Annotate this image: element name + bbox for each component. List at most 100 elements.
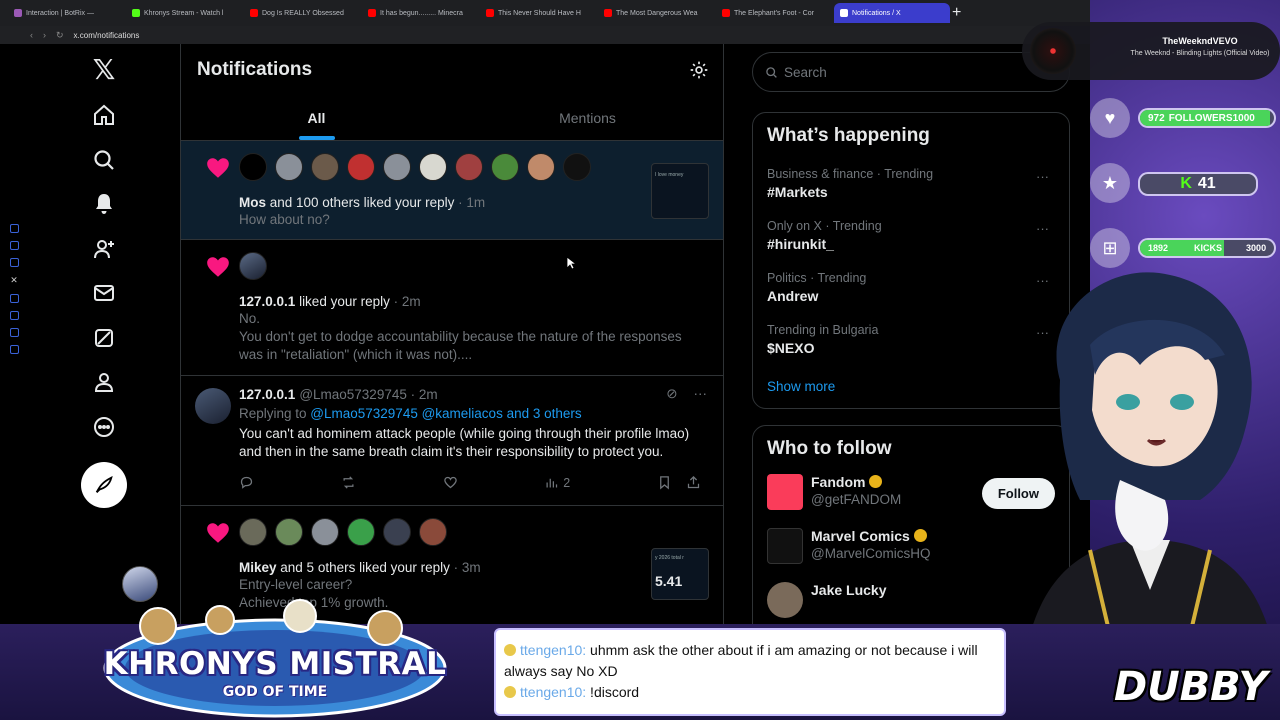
avatar[interactable] <box>347 153 375 181</box>
tab-favicon-icon <box>14 9 22 17</box>
grok-icon[interactable]: ⊘ <box>666 386 677 402</box>
avatar[interactable] <box>347 518 375 546</box>
heart-icon <box>207 158 229 178</box>
avatar[interactable] <box>419 518 447 546</box>
more-icon[interactable] <box>91 414 117 440</box>
account-avatar[interactable] <box>767 474 803 510</box>
extension-icon[interactable] <box>9 241 19 250</box>
home-icon[interactable] <box>91 102 117 128</box>
avatar[interactable] <box>491 153 519 181</box>
account-avatar[interactable] <box>767 528 803 564</box>
extension-icon[interactable] <box>9 345 19 354</box>
avatar[interactable] <box>275 153 303 181</box>
more-options-icon[interactable]: ··· <box>1036 221 1049 236</box>
avatar[interactable] <box>419 153 447 181</box>
tab-all[interactable]: All <box>181 96 452 140</box>
url-field[interactable]: x.com/notifications <box>74 31 140 40</box>
extension-icon[interactable] <box>9 224 19 233</box>
goal-target: 1000 <box>1232 112 1255 124</box>
bell-icon[interactable] <box>91 191 117 217</box>
chat-username: ttengen10: <box>520 684 587 700</box>
more-options-icon[interactable]: ··· <box>1036 169 1049 184</box>
trend-name: #Markets <box>767 184 828 200</box>
settings-gear-icon[interactable] <box>689 60 709 80</box>
forward-icon[interactable]: › <box>43 30 46 40</box>
browser-tab[interactable]: The Most Dangerous Wea <box>598 3 714 23</box>
person-add-icon[interactable] <box>91 236 117 262</box>
views-stat[interactable]: 2 <box>544 475 570 490</box>
avatar[interactable] <box>383 518 411 546</box>
views-icon <box>546 478 558 488</box>
browser-tab[interactable]: Khronys Stream - Watch l <box>126 3 242 23</box>
account-avatar[interactable] <box>767 582 803 618</box>
tab-label: Khronys Stream - Watch l <box>144 9 224 17</box>
thumbnail-value: 5.41 <box>655 573 683 589</box>
tab-mentions[interactable]: Mentions <box>452 96 723 140</box>
liker-name[interactable]: 127.0.0.1 <box>239 294 295 309</box>
followers-goal-bar: 972 FOLLOWERS 1000 <box>1138 108 1276 128</box>
reload-icon[interactable]: ↻ <box>56 30 64 41</box>
notification-action: liked your reply <box>295 294 390 309</box>
avatar[interactable] <box>527 153 555 181</box>
author-name[interactable]: 127.0.0.1 <box>239 387 295 402</box>
trend-item[interactable]: Only on X · Trending #hirunkit_ ··· <box>767 219 1055 252</box>
avatar[interactable] <box>455 153 483 181</box>
like-icon[interactable] <box>443 475 458 490</box>
grok-icon[interactable] <box>91 325 117 351</box>
extension-icon[interactable] <box>9 258 19 267</box>
bookmark-icon[interactable] <box>657 475 672 490</box>
tab-label: The Elephant's Foot - Cor <box>734 9 814 17</box>
post-thumbnail[interactable]: I love money <box>651 163 709 219</box>
browser-tab[interactable]: Dog Is REALLY Obsessed <box>244 3 360 23</box>
tab-label: Notifications / X <box>852 9 901 17</box>
chat-username: ttengen10: <box>520 642 587 658</box>
post-thumbnail[interactable]: y 2026 total r 5.41 <box>651 548 709 600</box>
avatar[interactable] <box>311 518 339 546</box>
avatar[interactable] <box>239 252 267 280</box>
avatar[interactable] <box>563 153 591 181</box>
avatar[interactable] <box>383 153 411 181</box>
post-text: and then in the same breath claim it's t… <box>239 444 664 459</box>
trend-item[interactable]: Business & finance · Trending #Markets ··· <box>767 167 1055 200</box>
browser-tab[interactable]: Interaction | BotRix — <box>8 3 124 23</box>
compose-post-button[interactable] <box>81 462 127 508</box>
extension-icon[interactable] <box>9 311 19 320</box>
new-tab-icon[interactable]: + <box>952 4 961 22</box>
tab-favicon-icon <box>604 9 612 17</box>
avatar[interactable] <box>239 153 267 181</box>
like-notification[interactable]: 127.0.0.1 liked your reply · 2m No. You … <box>181 240 723 376</box>
verified-badge-icon <box>913 529 927 542</box>
x-logo-icon[interactable]: 𝕏 <box>91 53 117 86</box>
profile-icon[interactable] <box>91 369 117 395</box>
author-avatar[interactable] <box>195 388 231 424</box>
browser-tab-active[interactable]: Notifications / X <box>834 3 950 23</box>
star-badge-icon: ★ <box>1090 163 1130 203</box>
browser-tab[interactable]: This Never Should Have H <box>480 3 596 23</box>
reply-icon[interactable] <box>239 475 254 490</box>
address-bar: ‹ › ↻ x.com/notifications <box>0 26 1040 44</box>
liker-name[interactable]: Mikey <box>239 560 277 575</box>
thumbnail-text: I love money <box>655 172 684 178</box>
avatar[interactable] <box>311 153 339 181</box>
more-options-icon[interactable]: ··· <box>694 386 708 402</box>
mail-icon[interactable] <box>91 280 117 306</box>
x-extension-icon[interactable]: ✕ <box>10 275 18 286</box>
timeline-header: Notifications <box>181 44 723 96</box>
browser-tab[interactable]: It has begun......... Minecra <box>362 3 478 23</box>
author-handle[interactable]: @Lmao57329745 · 2m <box>299 387 437 402</box>
reply-post[interactable]: 127.0.0.1 @Lmao57329745 · 2m ⊘ ··· Replyi… <box>181 376 723 506</box>
extension-icon[interactable] <box>9 328 19 337</box>
back-icon[interactable]: ‹ <box>30 30 33 40</box>
repost-icon[interactable] <box>341 475 356 490</box>
avatar[interactable] <box>275 518 303 546</box>
avatar[interactable] <box>239 518 267 546</box>
like-notification[interactable]: Mos and 100 others liked your reply · 1m… <box>181 141 723 240</box>
liker-avatars <box>239 252 707 280</box>
trend-meta: Only on X · Trending <box>767 219 882 233</box>
share-icon[interactable] <box>686 475 701 490</box>
replying-to-links[interactable]: @Lmao57329745 @kameliacos and 3 others <box>310 406 581 421</box>
browser-tab[interactable]: The Elephant's Foot - Cor <box>716 3 832 23</box>
search-icon[interactable] <box>91 147 117 173</box>
extension-icon[interactable] <box>9 294 19 303</box>
liker-name[interactable]: Mos <box>239 195 266 210</box>
